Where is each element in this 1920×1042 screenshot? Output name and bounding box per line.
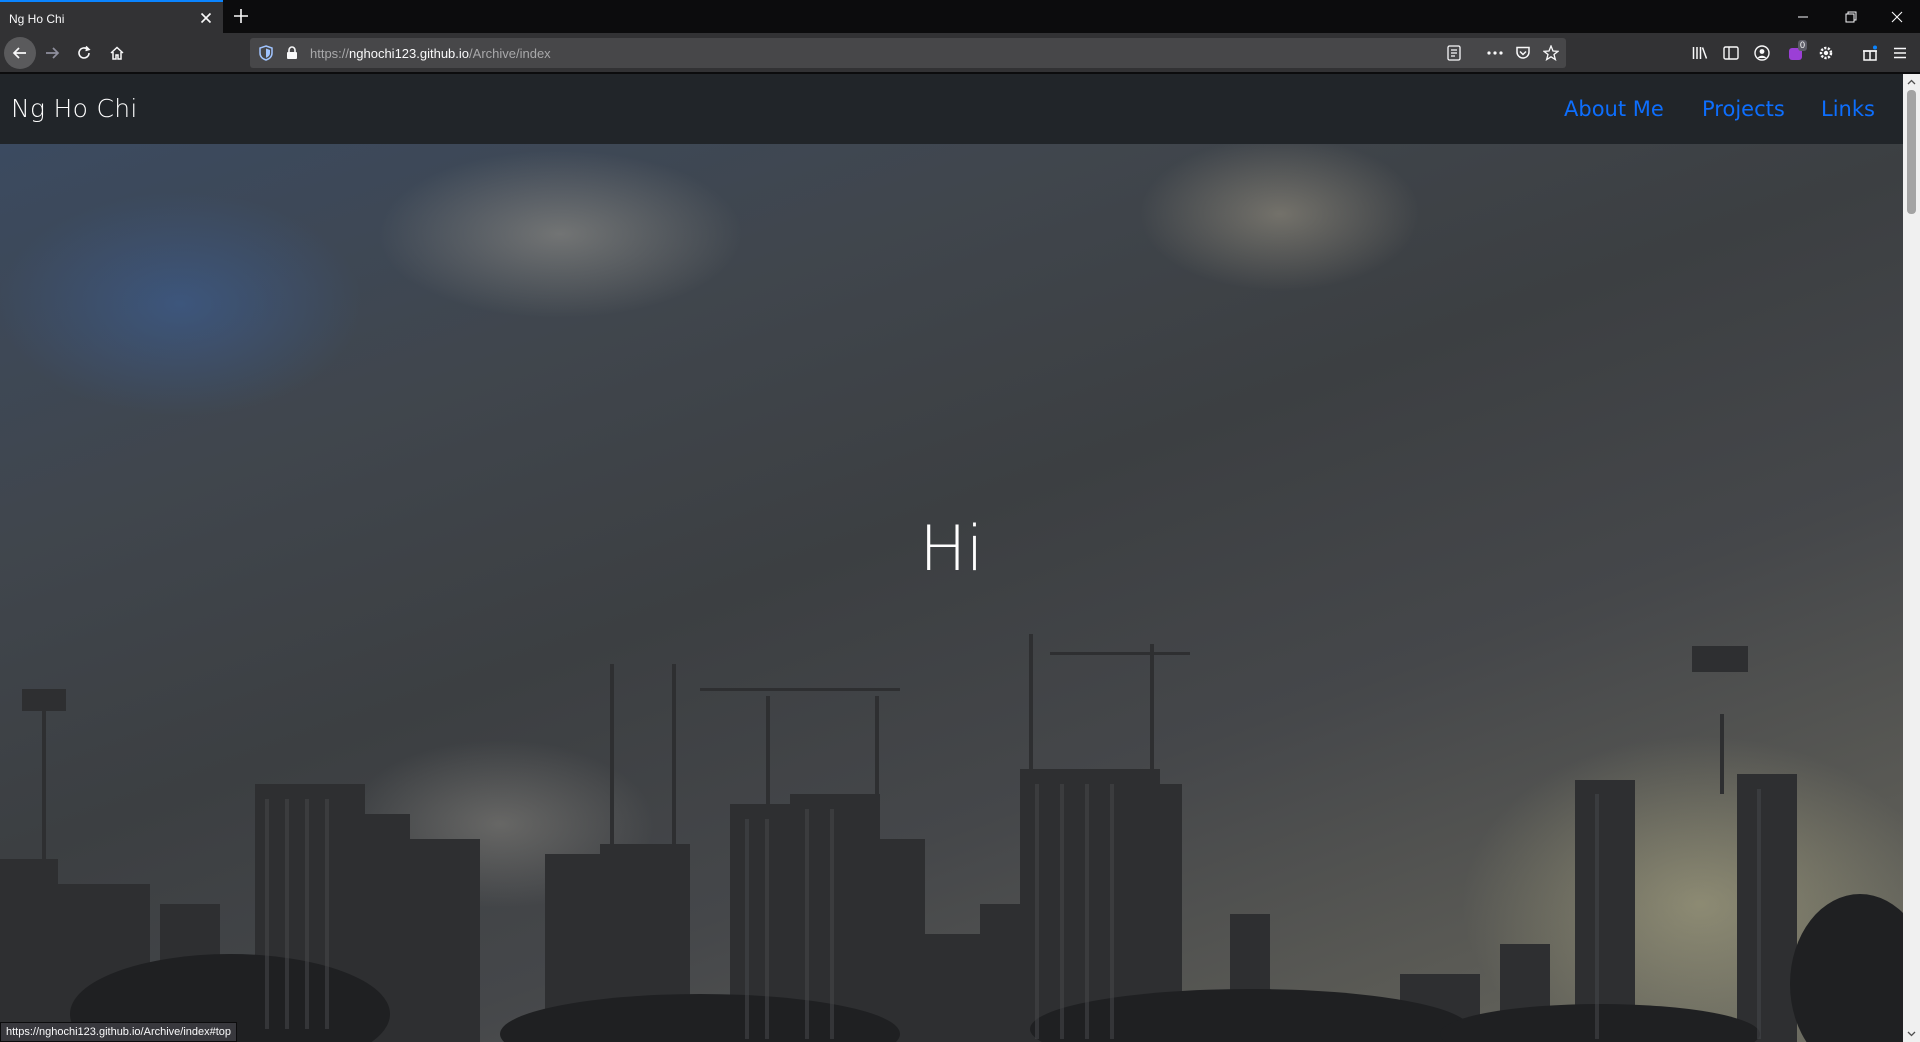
back-arrow-icon[interactable] bbox=[4, 37, 36, 69]
library-icon[interactable] bbox=[1691, 45, 1709, 61]
reader-view-icon[interactable] bbox=[1446, 45, 1462, 61]
more-icon[interactable] bbox=[1486, 45, 1504, 61]
scrollbar-thumb[interactable] bbox=[1907, 90, 1916, 214]
vertical-scrollbar[interactable] bbox=[1903, 74, 1920, 1042]
site-brand[interactable]: Ng Ho Chi bbox=[11, 94, 138, 123]
gift-icon[interactable] bbox=[1861, 44, 1879, 62]
plus-icon[interactable] bbox=[232, 7, 250, 25]
url-prefix: https:// bbox=[310, 46, 350, 61]
status-bar-url: https://nghochi123.github.io/Archive/ind… bbox=[0, 1022, 238, 1042]
url-text: https://nghochi123.github.io/Archive/ind… bbox=[310, 46, 551, 61]
hero-section: Hi bbox=[0, 144, 1903, 1042]
account-icon[interactable] bbox=[1754, 45, 1770, 61]
close-icon[interactable] bbox=[198, 10, 214, 26]
nav-link-about-me[interactable]: About Me bbox=[1564, 97, 1664, 121]
site-navbar: Ng Ho Chi About Me Projects Links bbox=[0, 74, 1903, 144]
tab-strip: Ng Ho Chi bbox=[0, 0, 1920, 33]
nav-link-projects[interactable]: Projects bbox=[1702, 97, 1785, 121]
forward-arrow-icon[interactable] bbox=[36, 37, 68, 69]
home-icon[interactable] bbox=[101, 37, 133, 69]
minimize-icon[interactable] bbox=[1780, 0, 1826, 33]
menu-icon[interactable] bbox=[1892, 45, 1908, 61]
reload-icon[interactable] bbox=[68, 37, 100, 69]
city-skyline-image bbox=[0, 634, 1903, 1042]
tab-title: Ng Ho Chi bbox=[9, 12, 65, 26]
pocket-icon[interactable] bbox=[1515, 45, 1531, 61]
nav-link-links[interactable]: Links bbox=[1821, 97, 1875, 121]
lock-icon[interactable] bbox=[285, 45, 299, 61]
restore-icon[interactable] bbox=[1828, 0, 1874, 33]
hero-heading: Hi bbox=[919, 512, 984, 585]
url-host: nghochi123.github.io bbox=[349, 46, 470, 61]
close-window-icon[interactable] bbox=[1874, 0, 1920, 33]
tab-active[interactable]: Ng Ho Chi bbox=[0, 0, 223, 33]
shield-icon[interactable] bbox=[258, 45, 274, 61]
url-path: /Archive/index bbox=[469, 46, 551, 61]
navigation-toolbar: https://nghochi123.github.io/Archive/ind… bbox=[0, 33, 1920, 73]
gear-extension-icon[interactable] bbox=[1818, 45, 1834, 61]
sidebar-icon[interactable] bbox=[1723, 45, 1739, 61]
page-viewport: Ng Ho Chi About Me Projects Links Hi htt… bbox=[0, 74, 1920, 1042]
star-icon[interactable] bbox=[1543, 45, 1559, 61]
scroll-down-icon[interactable] bbox=[1903, 1026, 1920, 1042]
extension-badge: 0 bbox=[1798, 40, 1808, 51]
extension-icon[interactable]: 0 bbox=[1786, 40, 1808, 63]
url-bar[interactable]: https://nghochi123.github.io/Archive/ind… bbox=[250, 38, 1566, 68]
scroll-up-icon[interactable] bbox=[1903, 74, 1920, 90]
